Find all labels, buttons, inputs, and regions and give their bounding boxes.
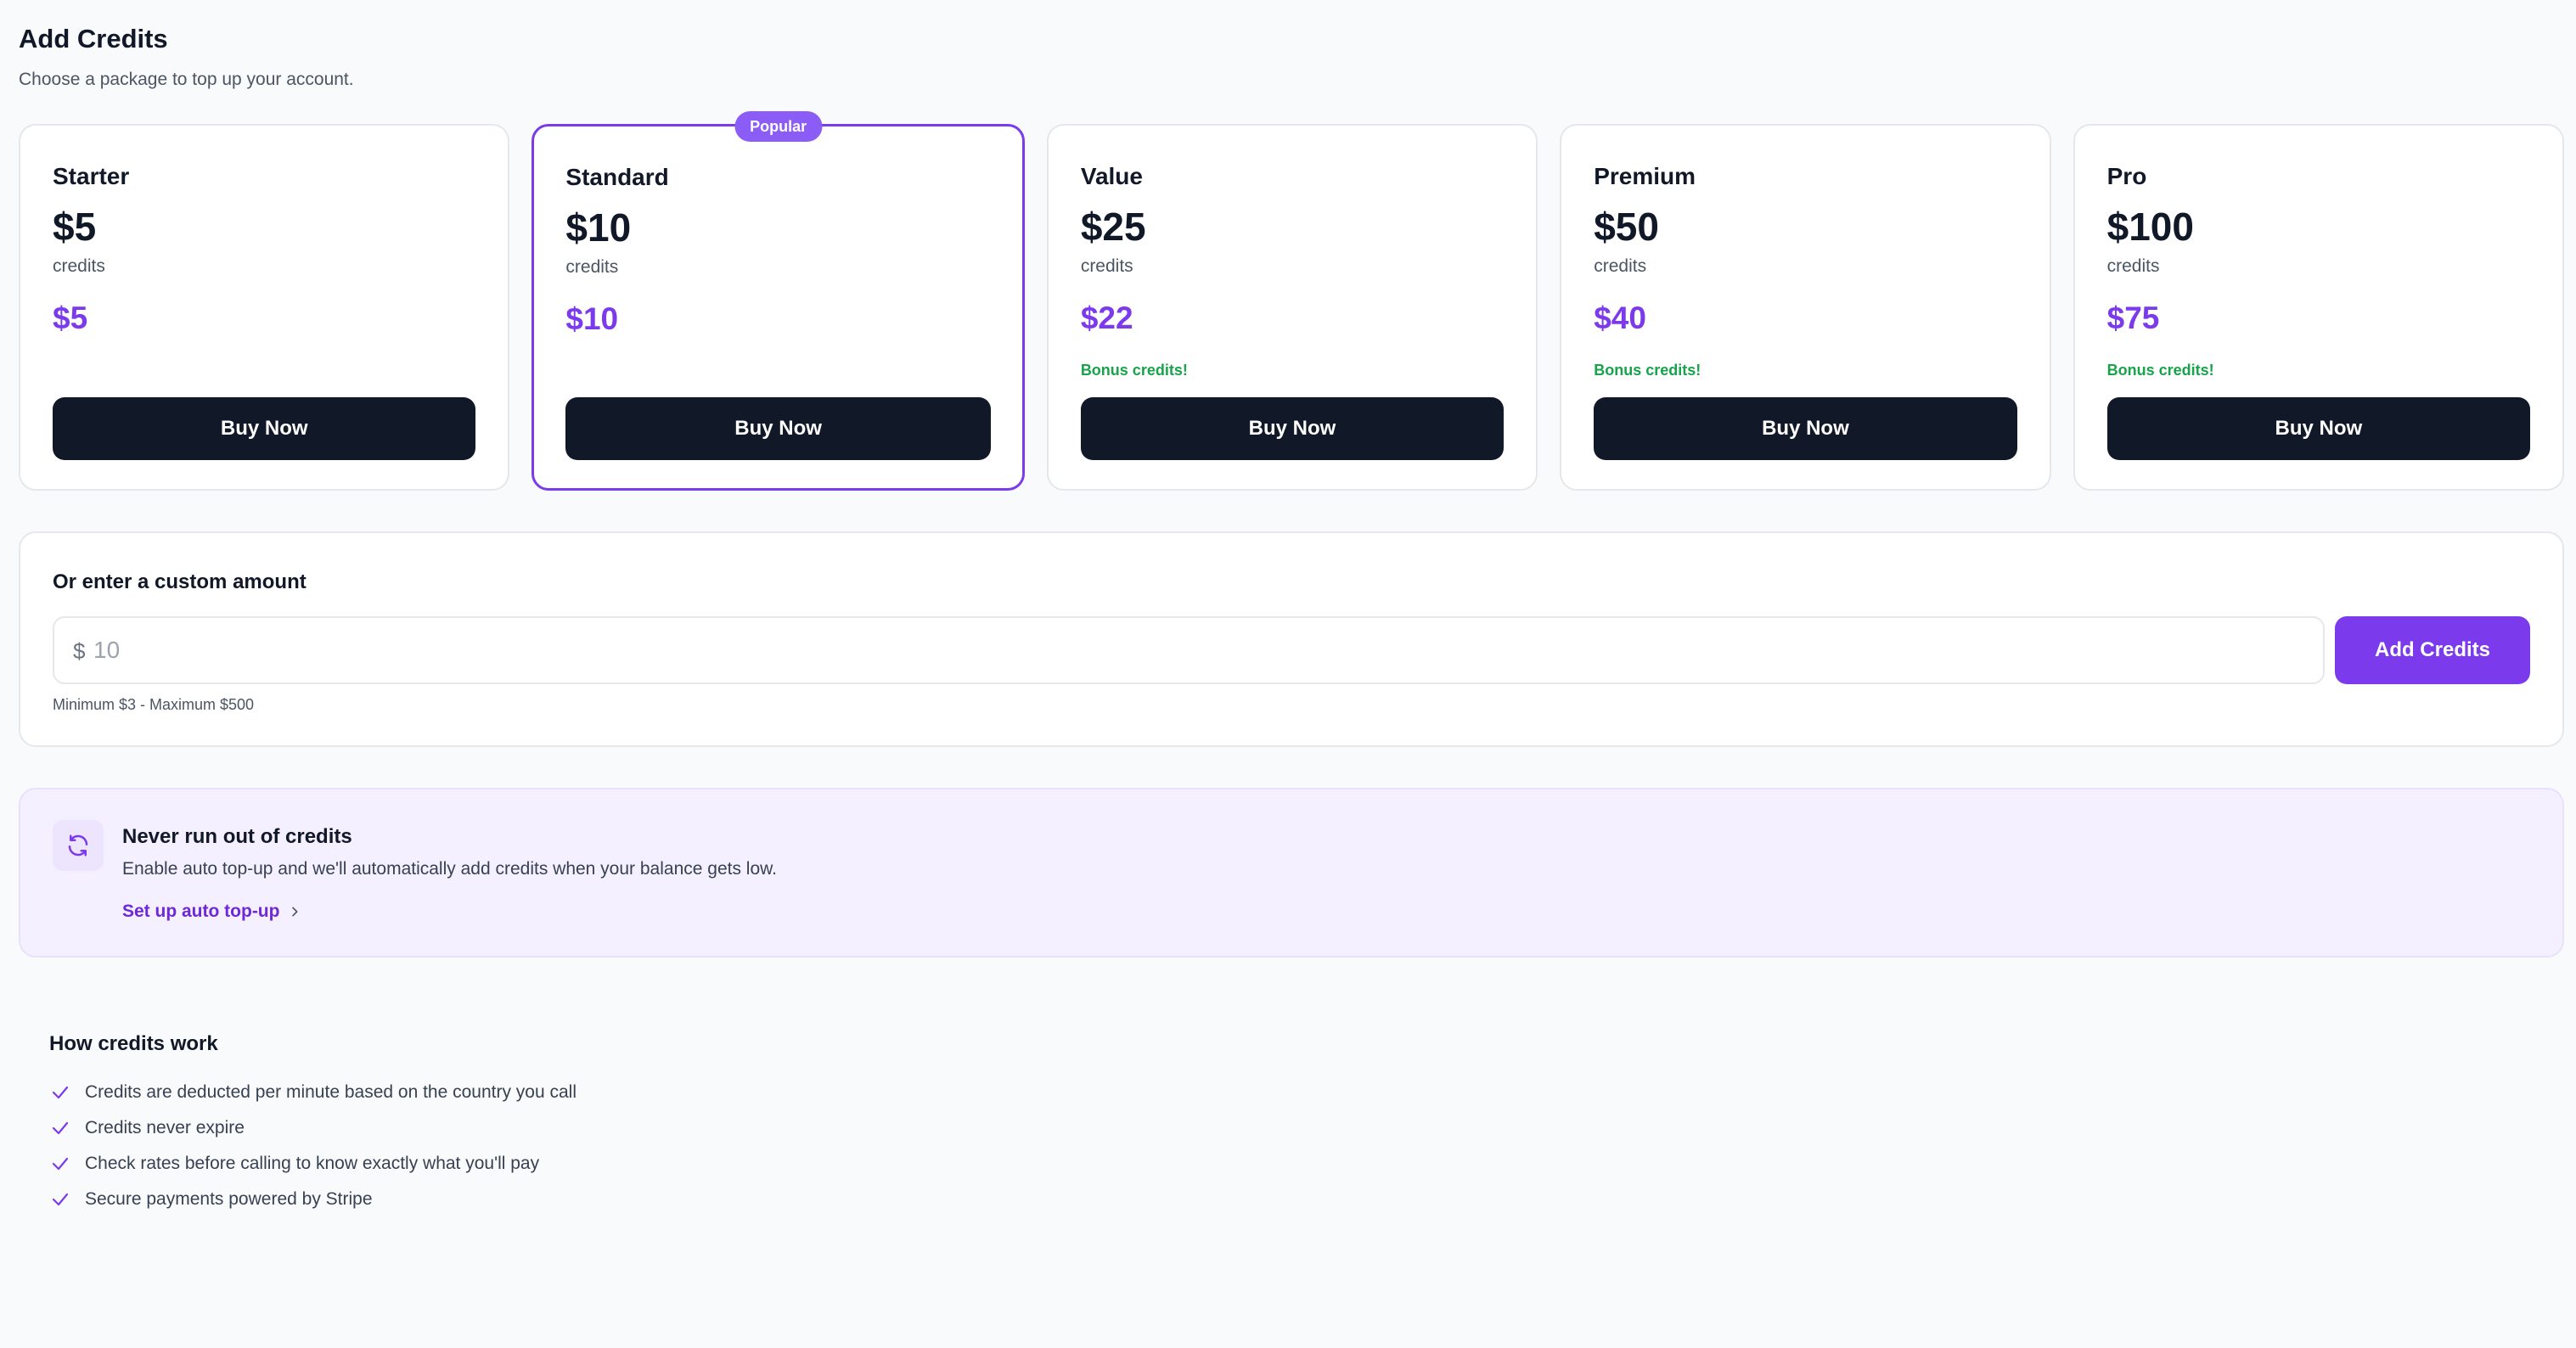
- package-price: $75: [2106, 300, 2160, 335]
- package-card-value: Value $25 credits $22 Bonus credits! Buy…: [1046, 124, 1538, 491]
- buy-now-button-value[interactable]: Buy Now: [1080, 397, 1505, 460]
- page-title: Add Credits: [19, 24, 168, 53]
- package-name: Pro: [2106, 163, 2147, 189]
- setup-auto-topup-label: Set up auto top-up: [122, 901, 280, 921]
- buy-now-button-premium[interactable]: Buy Now: [1594, 397, 2017, 460]
- package-credits-label: credits: [1594, 256, 1647, 276]
- auto-topup-title: Never run out of credits: [122, 825, 352, 848]
- list-item-text: Credits are deducted per minute based on…: [85, 1082, 577, 1102]
- list-item: Secure payments powered by Stripe: [49, 1182, 577, 1217]
- amount-field[interactable]: $: [53, 616, 2325, 684]
- how-credits-work-title: How credits work: [49, 1032, 218, 1055]
- package-card-starter: Starter $5 credits $5 Buy Now: [19, 124, 510, 491]
- how-credits-work-section: How credits work Credits are deducted pe…: [49, 1032, 577, 1217]
- chevron-right-icon: [292, 907, 298, 917]
- package-name: Value: [1080, 163, 1143, 189]
- package-credits: $5: [53, 205, 97, 249]
- package-price: $10: [565, 301, 619, 336]
- check-icon: [49, 1153, 71, 1175]
- list-item-text: Secure payments powered by Stripe: [85, 1189, 373, 1209]
- package-card-standard: Popular Standard $10 credits $10 Buy Now: [532, 111, 1025, 491]
- custom-amount-title: Or enter a custom amount: [53, 570, 307, 593]
- package-card-premium: Premium $50 credits $40 Bonus credits! B…: [1560, 124, 2051, 491]
- package-name: Starter: [53, 163, 130, 189]
- check-icon: [49, 1188, 71, 1210]
- setup-auto-topup-link[interactable]: Set up auto top-up: [122, 901, 301, 922]
- add-credits-page: Add Credits Choose a package to top up y…: [0, 0, 2576, 1348]
- list-item-text: Credits never expire: [85, 1118, 245, 1137]
- list-item: Check rates before calling to know exact…: [49, 1146, 577, 1182]
- bonus-label: Bonus credits!: [2106, 362, 2214, 379]
- list-item: Credits are deducted per minute based on…: [49, 1075, 577, 1110]
- check-icon: [49, 1117, 71, 1139]
- check-icon: [49, 1081, 71, 1104]
- package-credits: $25: [1080, 205, 1146, 249]
- package-credits: $10: [565, 205, 632, 250]
- package-list: Starter $5 credits $5 Buy Now Popular St…: [19, 111, 2565, 491]
- refresh-icon: [53, 820, 104, 871]
- package-credits: $100: [2106, 205, 2194, 249]
- auto-topup-banner: Never run out of credits Enable auto top…: [19, 788, 2564, 958]
- add-credits-button[interactable]: Add Credits: [2335, 616, 2530, 684]
- custom-amount-input[interactable]: [93, 626, 2301, 674]
- amount-limits-hint: Minimum $3 - Maximum $500: [53, 696, 255, 713]
- package-price: $40: [1594, 300, 1646, 335]
- package-credits-label: credits: [1080, 256, 1133, 276]
- bonus-label: Bonus credits!: [1080, 362, 1188, 379]
- custom-amount-panel: Or enter a custom amount $ Add Credits M…: [19, 531, 2564, 747]
- package-credits-label: credits: [565, 257, 619, 277]
- package-price: $22: [1080, 300, 1133, 335]
- package-credits: $50: [1594, 205, 1659, 249]
- package-price: $5: [53, 300, 88, 335]
- buy-now-button-starter[interactable]: Buy Now: [53, 397, 476, 460]
- list-item-text: Check rates before calling to know exact…: [85, 1154, 540, 1173]
- buy-now-button-standard[interactable]: Buy Now: [565, 397, 991, 460]
- bonus-label: Bonus credits!: [1594, 362, 1701, 379]
- list-item: Credits never expire: [49, 1110, 577, 1146]
- page-subtitle: Choose a package to top up your account.: [19, 70, 354, 89]
- package-name: Standard: [565, 164, 669, 190]
- package-name: Premium: [1594, 163, 1696, 189]
- currency-symbol: $: [73, 638, 86, 664]
- package-credits-label: credits: [53, 256, 105, 276]
- package-credits-label: credits: [2106, 256, 2160, 276]
- popular-badge: Popular: [734, 111, 823, 142]
- buy-now-button-pro[interactable]: Buy Now: [2106, 397, 2531, 460]
- auto-topup-description: Enable auto top-up and we'll automatical…: [122, 859, 777, 879]
- package-card-pro: Pro $100 credits $75 Bonus credits! Buy …: [2073, 124, 2565, 491]
